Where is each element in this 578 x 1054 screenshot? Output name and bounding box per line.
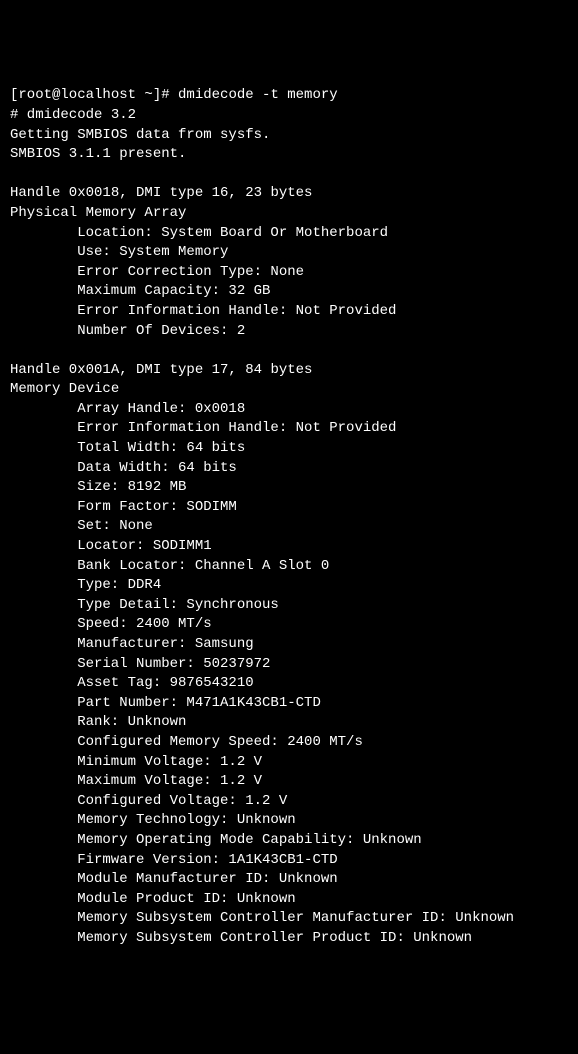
section-name: Memory Device: [10, 381, 119, 397]
field-line: Locator: SODIMM1: [10, 537, 212, 557]
field-line: Use: System Memory: [10, 243, 228, 263]
field-line: Number Of Devices: 2: [10, 322, 245, 342]
field-line: Maximum Voltage: 1.2 V: [10, 772, 262, 792]
handle-title: Handle 0x001A, DMI type 17, 84 bytes: [10, 362, 312, 378]
field-line: Configured Memory Speed: 2400 MT/s: [10, 733, 363, 753]
shell-prompt: [root@localhost ~]#: [10, 87, 178, 103]
command-text: dmidecode -t memory: [178, 87, 338, 103]
field-line: Type Detail: Synchronous: [10, 596, 279, 616]
field-line: Error Correction Type: None: [10, 263, 304, 283]
field-line: Configured Voltage: 1.2 V: [10, 792, 287, 812]
field-line: Bank Locator: Channel A Slot 0: [10, 557, 329, 577]
field-line: Module Product ID: Unknown: [10, 890, 296, 910]
field-line: Firmware Version: 1A1K43CB1-CTD: [10, 851, 338, 871]
field-line: Set: None: [10, 517, 153, 537]
field-line: Type: DDR4: [10, 576, 161, 596]
field-line: Array Handle: 0x0018: [10, 400, 245, 420]
field-line: Memory Operating Mode Capability: Unknow…: [10, 831, 422, 851]
header-line: SMBIOS 3.1.1 present.: [10, 146, 186, 162]
field-line: Asset Tag: 9876543210: [10, 674, 254, 694]
field-line: Serial Number: 50237972: [10, 655, 270, 675]
field-line: Size: 8192 MB: [10, 478, 186, 498]
field-line: Form Factor: SODIMM: [10, 498, 237, 518]
field-line: Speed: 2400 MT/s: [10, 615, 212, 635]
field-line: Memory Technology: Unknown: [10, 811, 296, 831]
terminal-output: [root@localhost ~]# dmidecode -t memory …: [10, 86, 568, 948]
field-line: Maximum Capacity: 32 GB: [10, 282, 270, 302]
field-line: Manufacturer: Samsung: [10, 635, 254, 655]
field-line: Data Width: 64 bits: [10, 459, 237, 479]
field-line: Module Manufacturer ID: Unknown: [10, 870, 338, 890]
field-line: Error Information Handle: Not Provided: [10, 419, 396, 439]
field-line: Location: System Board Or Motherboard: [10, 224, 388, 244]
section-name: Physical Memory Array: [10, 205, 186, 221]
field-line: Minimum Voltage: 1.2 V: [10, 753, 262, 773]
field-line: Error Information Handle: Not Provided: [10, 302, 396, 322]
field-line: Rank: Unknown: [10, 713, 186, 733]
field-line: Memory Subsystem Controller Product ID: …: [10, 929, 472, 949]
handle-title: Handle 0x0018, DMI type 16, 23 bytes: [10, 185, 312, 201]
field-line: Memory Subsystem Controller Manufacturer…: [10, 909, 514, 929]
header-line: # dmidecode 3.2: [10, 107, 136, 123]
field-line: Total Width: 64 bits: [10, 439, 245, 459]
header-line: Getting SMBIOS data from sysfs.: [10, 127, 270, 143]
field-line: Part Number: M471A1K43CB1-CTD: [10, 694, 321, 714]
